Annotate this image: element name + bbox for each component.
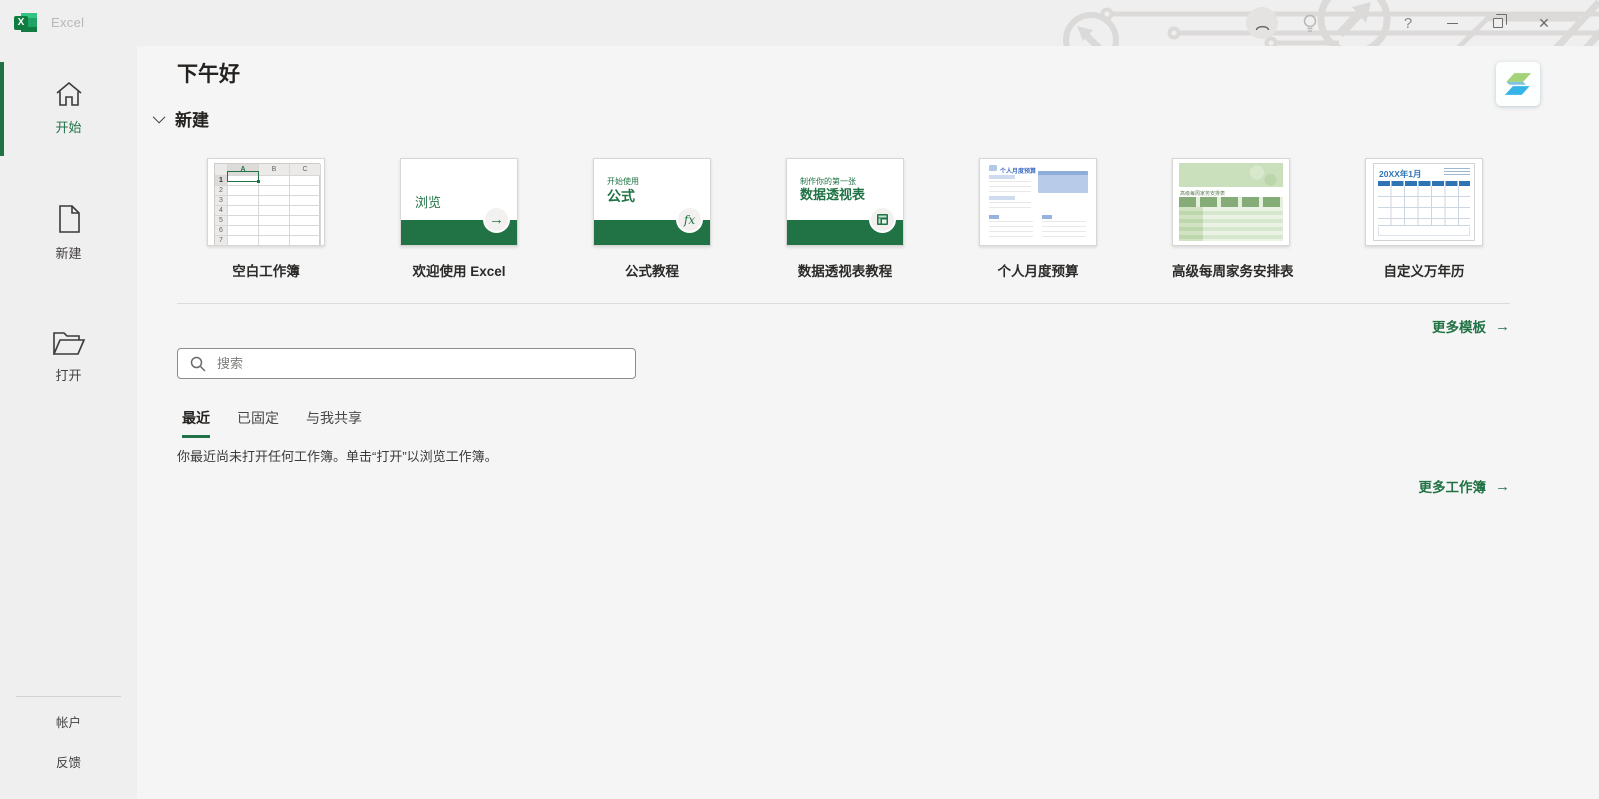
help-icon[interactable]: ? [1386,0,1430,46]
template-gallery: A B C 1 2 3 4 5 6 7 空白工作簿 浏览 → [137,158,1483,280]
template-name: 欢迎使用 Excel [400,260,518,280]
restore-icon[interactable] [1476,0,1520,46]
template-card-budget[interactable]: 个人月度预算 个人月度预算 [979,158,1097,280]
template-thumbnail: A B C 1 2 3 4 5 6 7 [207,158,325,246]
sidebar-item-label: 开始 [55,120,81,135]
template-name: 空白工作簿 [207,260,325,280]
new-section-toggle[interactable]: 新建 [156,106,209,131]
minimize-icon[interactable] [1430,0,1474,46]
template-thumbnail: 高级每周家务安排表 [1172,158,1290,246]
sidebar-item-label: 打开 [55,368,81,383]
template-thumbnail: 开始使用 公式 fx [593,158,711,246]
lightbulb-icon[interactable] [1288,0,1332,46]
close-icon[interactable]: ✕ [1522,0,1566,46]
template-thumbnail: 制作你的第一张 数据透视表 [786,158,904,246]
template-name: 数据透视表教程 [786,260,904,280]
home-icon [54,80,84,108]
chevron-down-icon [153,111,166,124]
tab-recent[interactable]: 最近 [182,408,210,438]
sidebar-item-feedback[interactable]: 反馈 [0,752,137,771]
app-title: Excel [51,15,84,30]
sidebar: 开始 新建 打开 帐户 反馈 [0,46,137,799]
empty-recent-message: 你最近尚未打开任何工作簿。单击“打开”以浏览工作簿。 [177,446,498,465]
sidebar-item-label: 新建 [55,246,81,261]
arrow-right-icon: → [1495,318,1510,335]
snap-overlay-icon[interactable] [1496,62,1540,106]
more-workbooks-link[interactable]: 更多工作簿→ [177,476,1510,496]
more-templates-link[interactable]: 更多模板→ [177,316,1510,336]
selected-cell [227,171,259,182]
pivot-badge-icon [869,206,896,233]
template-name: 个人月度预算 [979,260,1097,280]
template-card-blank-workbook[interactable]: A B C 1 2 3 4 5 6 7 空白工作簿 [207,158,325,280]
new-section-label: 新建 [175,106,209,131]
folder-open-icon [52,330,86,356]
section-divider [177,303,1510,304]
greeting-heading: 下午好 [177,58,240,88]
arrow-right-icon: → [1495,478,1510,495]
sidebar-divider [16,696,121,697]
template-card-chore[interactable]: 高级每周家务安排表 高级每周家务安排表 [1172,158,1290,280]
excel-logo-icon: X [14,11,37,34]
sidebar-item-new[interactable]: 新建 [0,204,137,263]
template-name: 高级每周家务安排表 [1172,260,1290,280]
search-input[interactable] [217,356,635,371]
account-icon[interactable] [1240,0,1284,46]
tab-shared[interactable]: 与我共享 [306,408,362,438]
template-thumbnail: 浏览 → [400,158,518,246]
template-thumbnail: 个人月度预算 [979,158,1097,246]
main-panel: 下午好 新建 A B C 1 2 3 4 5 6 7 [137,46,1599,799]
template-thumbnail: 20XX年1月 [1365,158,1483,246]
template-card-welcome[interactable]: 浏览 → 欢迎使用 Excel [400,158,518,280]
workbook-tabs: 最近 已固定 与我共享 [182,408,362,438]
arrow-badge-icon: → [483,206,510,233]
template-card-formula[interactable]: 开始使用 公式 fx 公式教程 [593,158,711,280]
tab-pinned[interactable]: 已固定 [237,408,279,438]
document-icon [56,204,82,234]
template-name: 自定义万年历 [1365,260,1483,280]
fx-badge-icon: fx [676,206,703,233]
template-name: 公式教程 [593,260,711,280]
sidebar-item-account[interactable]: 帐户 [0,712,137,731]
template-card-pivot[interactable]: 制作你的第一张 数据透视表 数据透视表教程 [786,158,904,280]
title-bar: X Excel ? ✕ [0,0,1599,46]
search-icon [190,356,206,372]
sidebar-item-home[interactable]: 开始 [0,80,137,137]
sidebar-item-open[interactable]: 打开 [0,330,137,385]
template-card-calendar[interactable]: 20XX年1月 自定义万年历 [1365,158,1483,280]
search-box[interactable] [177,348,636,379]
